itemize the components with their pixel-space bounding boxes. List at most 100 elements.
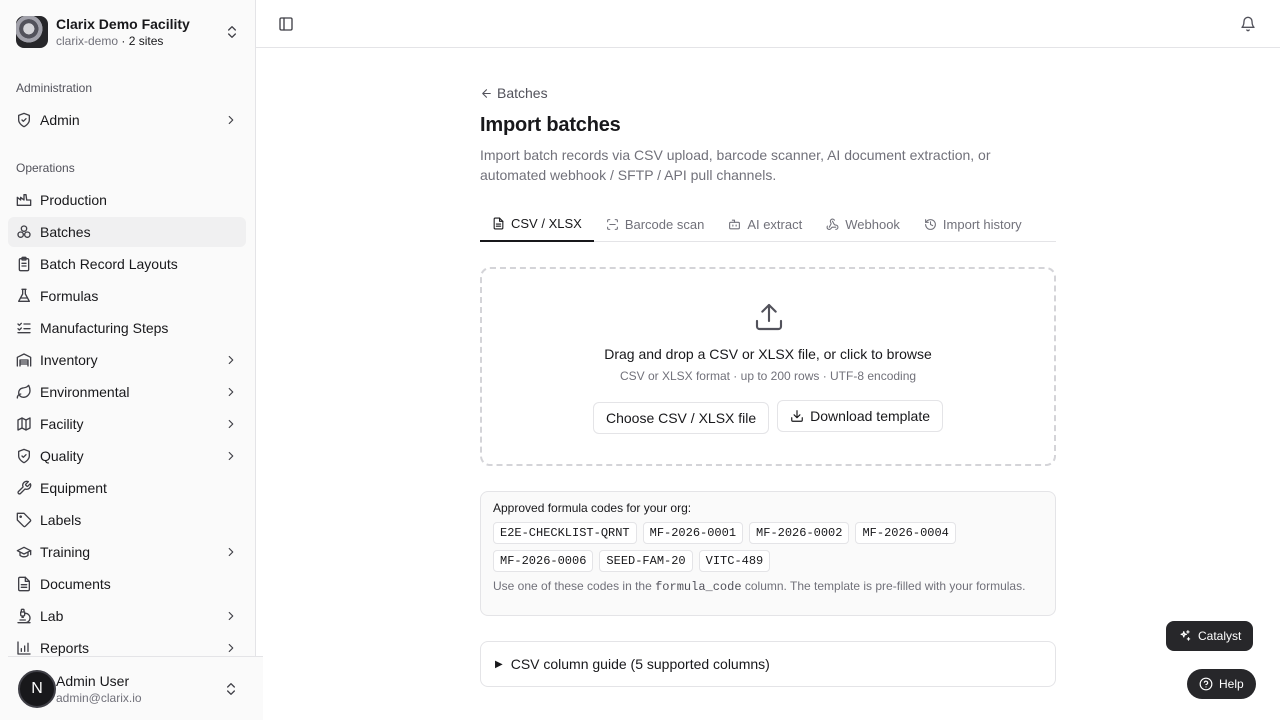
chevron-right-icon [228, 115, 234, 125]
sidebar-item-label: Environmental [40, 384, 130, 400]
page-title: Import batches [480, 114, 621, 136]
sidebar-item-label: Admin [40, 112, 80, 128]
sidebar-item-label: Equipment [40, 480, 107, 496]
chevron-right-icon [228, 611, 234, 621]
dropzone-title: Drag and drop a CSV or XLSX file, or cli… [604, 346, 932, 362]
sidebar-item-documents[interactable]: Documents [8, 569, 246, 599]
tab-ai-extract[interactable]: AI extract [716, 206, 814, 242]
sidebar-item-label: Facility [40, 416, 84, 432]
user-email: admin@clarix.io [56, 690, 142, 705]
formula-code: MF-2026-0002 [749, 522, 850, 544]
formula-code: VITC-489 [698, 550, 771, 572]
sidebar-item-production[interactable]: Production [8, 185, 246, 215]
catalyst-button[interactable]: Catalyst [1166, 621, 1254, 651]
factory-icon [16, 194, 32, 206]
sidebar-item-label: Lab [40, 608, 64, 624]
panel-left-icon[interactable] [278, 16, 294, 32]
org-separator: · [118, 34, 129, 48]
group-label-administration: Administration [16, 81, 93, 95]
sidebar-item-equipment[interactable]: Equipment [8, 473, 246, 503]
sidebar-item-lab[interactable]: Lab [8, 601, 246, 631]
sparkles-icon [1180, 630, 1191, 641]
formula-code: SEED-FAM-20 [599, 550, 693, 572]
chevron-right-icon [228, 451, 234, 461]
avatar: N [18, 669, 56, 708]
download-icon [791, 410, 803, 422]
arrow-left-icon [482, 88, 491, 98]
sidebar-item-label: Labels [40, 512, 82, 528]
note-prefix: Use one of these codes in the [493, 579, 656, 593]
chevron-right-icon [228, 547, 234, 557]
org-subtitle: clarix-demo · 2 sites [56, 33, 224, 49]
help-label: Help [1219, 677, 1244, 691]
sidebar-item-admin[interactable]: Admin [8, 105, 246, 135]
upload-icon [755, 303, 783, 331]
history-icon [925, 218, 936, 230]
clipboard-list-icon [18, 256, 30, 272]
sidebar: Clarix Demo Facility clarix-demo · 2 sit… [0, 0, 263, 720]
formula-code: MF-2026-0001 [642, 522, 744, 544]
sidebar-item-label: Production [40, 192, 107, 208]
sidebar-item-label: Batch Record Layouts [40, 256, 178, 272]
csv-column-guide[interactable]: ▶ CSV column guide (5 supported columns) [480, 641, 1056, 687]
topbar [256, 0, 1280, 48]
flask-icon [18, 288, 30, 302]
leaf-icon [16, 384, 31, 399]
boxes-icon [17, 225, 31, 238]
tab-label: AI extract [747, 216, 803, 232]
org-switcher[interactable]: Clarix Demo Facility clarix-demo · 2 sit… [8, 8, 248, 56]
sidebar-item-label: Batches [40, 224, 91, 240]
sidebar-item-label: Manufacturing Steps [40, 320, 169, 336]
map-icon [17, 417, 31, 431]
formula-code: E2E-CHECKLIST-QRNT [493, 522, 637, 544]
sidebar-item-batches[interactable]: Batches [8, 217, 246, 247]
sidebar-item-label: Inventory [40, 352, 98, 368]
tab-label: Webhook [845, 216, 900, 232]
tab-label: Barcode scan [624, 216, 705, 232]
shield-check-icon [18, 448, 30, 464]
org-slug: clarix-demo [56, 34, 119, 48]
sidebar-item-training[interactable]: Training [8, 537, 246, 567]
org-logo [16, 16, 48, 48]
user-name: Admin User [56, 672, 130, 689]
list-checks-icon [17, 322, 31, 334]
tab-barcode-scan[interactable]: Barcode scan [594, 206, 717, 242]
file-icon [493, 217, 504, 229]
chevrons-up-down-icon [227, 682, 235, 695]
sidebar-item-formulas[interactable]: Formulas [8, 281, 246, 311]
chevron-right-icon [228, 419, 234, 429]
sidebar-item-quality[interactable]: Quality [8, 441, 246, 471]
graduation-cap-icon [16, 546, 32, 558]
tab-import-history[interactable]: Import history [912, 206, 1034, 242]
user-menu[interactable]: N Admin User admin@clarix.io [8, 656, 263, 720]
bar-chart-icon [17, 641, 31, 655]
wrench-icon [17, 480, 32, 495]
chevron-right-icon [228, 387, 234, 397]
chevrons-up-down-icon [228, 26, 236, 38]
back-link[interactable]: Batches [480, 80, 1056, 106]
sidebar-item-labels[interactable]: Labels [8, 505, 246, 535]
org-sites: 2 sites [128, 34, 164, 48]
sidebar-item-environmental[interactable]: Environmental [8, 377, 246, 407]
bell-icon[interactable] [1240, 16, 1256, 32]
formula-code: MF-2026-0006 [493, 550, 594, 572]
file-dropzone[interactable]: Drag and drop a CSV or XLSX file, or cli… [480, 267, 1056, 466]
webhook-icon [826, 218, 839, 230]
sidebar-item-batch-record-layouts[interactable]: Batch Record Layouts [8, 249, 246, 279]
warehouse-icon [16, 353, 32, 367]
shield-check-icon [18, 112, 30, 128]
chevron-right-icon [228, 355, 234, 365]
approved-codes-list: E2E-CHECKLIST-QRNT MF-2026-0001 MF-2026-… [493, 522, 973, 572]
sidebar-item-facility[interactable]: Facility [8, 409, 246, 439]
download-template-button[interactable]: Download template [777, 400, 944, 432]
tab-webhook[interactable]: Webhook [814, 206, 912, 242]
sidebar-item-label: Quality [40, 448, 84, 464]
choose-file-button[interactable]: Choose CSV / XLSX file [592, 402, 770, 434]
tab-csv-xlsx[interactable]: CSV / XLSX [480, 206, 594, 242]
note-suffix: column. The template is pre-filled with … [741, 579, 1026, 593]
import-tabs: CSV / XLSX Barcode scan AI extract Webho… [480, 206, 1056, 242]
chevron-right-icon [228, 643, 234, 653]
sidebar-item-manufacturing-steps[interactable]: Manufacturing Steps [8, 313, 246, 343]
sidebar-item-inventory[interactable]: Inventory [8, 345, 246, 375]
help-button[interactable]: Help [1187, 669, 1256, 699]
